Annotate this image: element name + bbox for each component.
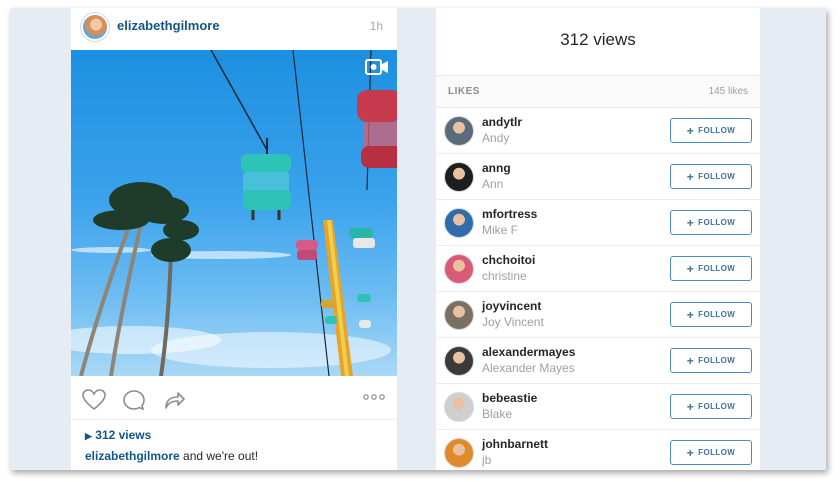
- avatar[interactable]: [444, 346, 474, 376]
- plus-icon: +: [686, 353, 695, 368]
- views-count: 312 views: [95, 428, 152, 442]
- panel-title: 312 views: [436, 8, 760, 76]
- play-icon: ▶: [85, 431, 92, 441]
- list-item[interactable]: anng Ann + FOLLOW: [436, 154, 760, 200]
- list-item[interactable]: joyvincent Joy Vincent + FOLLOW: [436, 292, 760, 338]
- plus-icon: +: [686, 123, 695, 138]
- post-panel: elizabethgilmore 1h ▶ 312 views elizabet…: [71, 8, 397, 470]
- list-item[interactable]: chchoitoi christine + FOLLOW: [436, 246, 760, 292]
- follow-label: FOLLOW: [698, 172, 736, 181]
- video-icon: [365, 59, 388, 75]
- list-item-username[interactable]: anng: [482, 161, 511, 175]
- post-header: elizabethgilmore 1h: [71, 8, 397, 46]
- list-item-fullname: Mike F: [482, 223, 518, 237]
- follow-button[interactable]: + FOLLOW: [670, 394, 752, 419]
- plus-icon: +: [686, 169, 695, 184]
- list-item-username[interactable]: joyvincent: [482, 299, 541, 313]
- list-item-username[interactable]: bebeastie: [482, 391, 537, 405]
- plus-icon: +: [686, 399, 695, 414]
- follow-button[interactable]: + FOLLOW: [670, 118, 752, 143]
- list-item-username[interactable]: johnbarnett: [482, 437, 548, 451]
- caption-text: and we're out!: [183, 449, 259, 463]
- post-username[interactable]: elizabethgilmore: [117, 18, 220, 33]
- plus-icon: +: [686, 445, 695, 460]
- views-panel: 312 views LIKES 145 likes andytlr Andy + FO…: [436, 8, 760, 470]
- likes-header: LIKES 145 likes: [436, 76, 760, 108]
- list-item-fullname: jb: [482, 453, 492, 467]
- follow-button[interactable]: + FOLLOW: [670, 302, 752, 327]
- app-window: elizabethgilmore 1h ▶ 312 views elizabet…: [10, 8, 826, 470]
- avatar[interactable]: [444, 300, 474, 330]
- likes-label: LIKES: [448, 86, 480, 97]
- list-item-username[interactable]: mfortress: [482, 207, 537, 221]
- avatar[interactable]: [444, 254, 474, 284]
- avatar[interactable]: [444, 438, 474, 468]
- list-item-username[interactable]: alexandermayes: [482, 345, 575, 359]
- views-link[interactable]: ▶ 312 views: [85, 428, 151, 442]
- avatar[interactable]: [444, 116, 474, 146]
- avatar[interactable]: [444, 392, 474, 422]
- list-item[interactable]: mfortress Mike F + FOLLOW: [436, 200, 760, 246]
- list-item-username[interactable]: andytlr: [482, 115, 522, 129]
- follow-button[interactable]: + FOLLOW: [670, 440, 752, 465]
- list-item-fullname: Andy: [482, 131, 510, 145]
- list-item-fullname: Joy Vincent: [482, 315, 544, 329]
- heart-icon[interactable]: [81, 388, 107, 412]
- follow-label: FOLLOW: [698, 264, 736, 273]
- list-item[interactable]: andytlr Andy + FOLLOW: [436, 108, 760, 154]
- plus-icon: +: [686, 215, 695, 230]
- caption-username[interactable]: elizabethgilmore: [85, 449, 180, 463]
- plus-icon: +: [686, 261, 695, 276]
- follow-button[interactable]: + FOLLOW: [670, 348, 752, 373]
- list-item-fullname: Alexander Mayes: [482, 361, 575, 375]
- plus-icon: +: [686, 307, 695, 322]
- list-item-fullname: christine: [482, 269, 527, 283]
- follow-label: FOLLOW: [698, 218, 736, 227]
- follow-label: FOLLOW: [698, 310, 736, 319]
- more-icon[interactable]: [363, 392, 385, 402]
- list-item-username[interactable]: chchoitoi: [482, 253, 535, 267]
- post-time: 1h: [369, 19, 383, 33]
- photo-illustration: [71, 50, 397, 376]
- follow-button[interactable]: + FOLLOW: [670, 164, 752, 189]
- follow-button[interactable]: + FOLLOW: [670, 210, 752, 235]
- comment-icon[interactable]: [121, 388, 147, 412]
- list-item-fullname: Blake: [482, 407, 513, 421]
- post-actions: [71, 380, 397, 420]
- follow-label: FOLLOW: [698, 356, 736, 365]
- list-item[interactable]: bebeastie Blake + FOLLOW: [436, 384, 760, 430]
- follow-button[interactable]: + FOLLOW: [670, 256, 752, 281]
- list-item-fullname: Ann: [482, 177, 504, 191]
- post-photo[interactable]: [71, 50, 397, 376]
- post-caption: elizabethgilmore and we're out!: [85, 449, 258, 463]
- avatar[interactable]: [81, 13, 109, 41]
- avatar[interactable]: [444, 208, 474, 238]
- list-item[interactable]: johnbarnett jb + FOLLOW: [436, 430, 760, 470]
- follow-label: FOLLOW: [698, 402, 736, 411]
- likes-count: 145 likes: [708, 86, 748, 97]
- follow-label: FOLLOW: [698, 448, 736, 457]
- list-item[interactable]: alexandermayes Alexander Mayes + FOLLOW: [436, 338, 760, 384]
- follow-label: FOLLOW: [698, 126, 736, 135]
- avatar[interactable]: [444, 162, 474, 192]
- share-icon[interactable]: [161, 388, 187, 412]
